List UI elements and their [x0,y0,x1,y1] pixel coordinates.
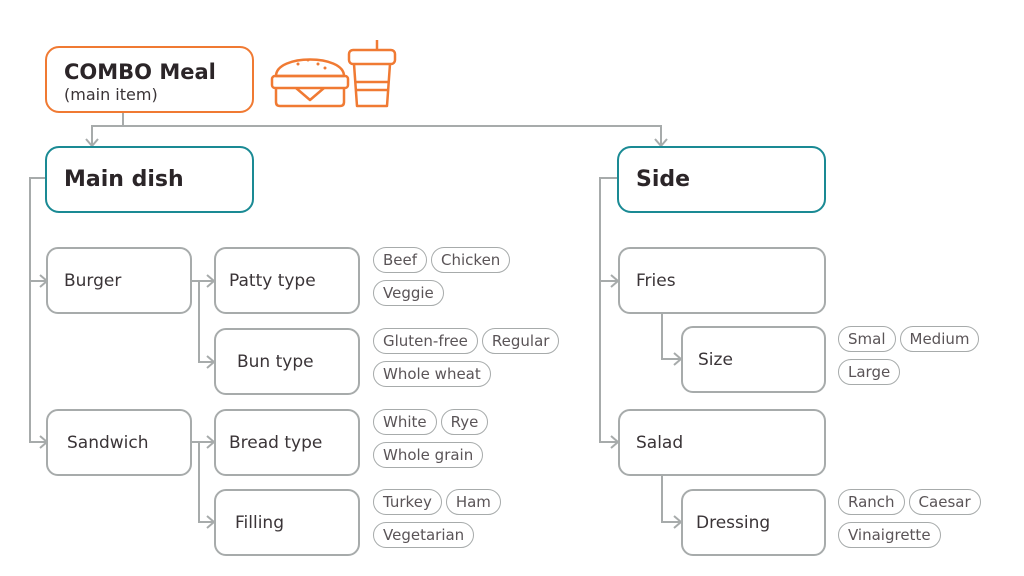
option-label: Dressing [696,512,771,533]
choice-chip[interactable]: Medium [899,326,980,352]
option-label: Filling [235,512,284,533]
root-title: COMBO Meal [64,60,216,84]
category-label: Side [636,167,691,192]
choice-chip[interactable]: Beef [373,247,428,273]
choice-chip[interactable]: Caesar [908,489,981,515]
option-label: Size [698,349,733,370]
choice-chip[interactable]: Vegetarian [373,522,475,548]
choice-chip[interactable]: Ham [445,489,501,515]
option-label: Bread type [229,432,323,453]
option-patty-type[interactable]: Patty type [214,247,360,314]
option-dressing[interactable]: Dressing [681,489,826,556]
choice-chip[interactable]: Rye [440,409,489,435]
option-size[interactable]: Size [681,326,826,393]
choice-chip[interactable]: Veggie [373,280,444,306]
choices-bread-type: White Rye Whole grain [373,409,492,475]
item-label: Burger [64,270,122,291]
item-burger[interactable]: Burger [46,247,192,314]
choice-chip[interactable]: Whole wheat [373,361,491,387]
category-label: Main dish [64,167,184,192]
choice-chip[interactable]: Ranch [838,489,905,515]
connector-main-trunk [29,177,46,443]
item-fries[interactable]: Fries [618,247,826,314]
category-main-dish[interactable]: Main dish [45,146,254,213]
option-bread-type[interactable]: Bread type [214,409,360,476]
option-label: Patty type [229,270,316,291]
connector-root-side [123,125,662,146]
choices-size: Smal Medium Large [838,326,983,392]
choices-patty-type: Beef Chicken Veggie [373,247,514,313]
choice-chip[interactable]: White [373,409,437,435]
item-label: Fries [636,270,676,291]
option-bun-type[interactable]: Bun type [214,328,360,395]
choice-chip[interactable]: Vinaigrette [838,522,941,548]
choice-chip[interactable]: Turkey [373,489,442,515]
connector-side-trunk [599,177,618,443]
option-label: Bun type [237,351,314,372]
option-filling[interactable]: Filling [214,489,360,556]
choices-filling: Turkey Ham Vegetarian [373,489,505,555]
choices-dressing: Ranch Caesar Vinaigrette [838,489,985,555]
root-node-combo-meal[interactable]: COMBO Meal (main item) [45,46,254,113]
item-label: Salad [636,432,684,453]
choice-chip[interactable]: Large [838,359,901,385]
root-subtitle: (main item) [64,85,158,104]
choices-bun-type: Gluten-free Regular Whole wheat [373,328,563,394]
choice-chip[interactable]: Chicken [431,247,511,273]
category-side[interactable]: Side [617,146,826,213]
drink-cup-icon [347,40,397,108]
choice-chip[interactable]: Regular [481,328,560,354]
item-sandwich[interactable]: Sandwich [46,409,192,476]
choice-chip[interactable]: Smal [838,326,896,352]
item-salad[interactable]: Salad [618,409,826,476]
choice-chip[interactable]: Gluten-free [373,328,478,354]
item-label: Sandwich [67,432,149,453]
burger-icon [270,58,350,108]
choice-chip[interactable]: Whole grain [373,442,484,468]
